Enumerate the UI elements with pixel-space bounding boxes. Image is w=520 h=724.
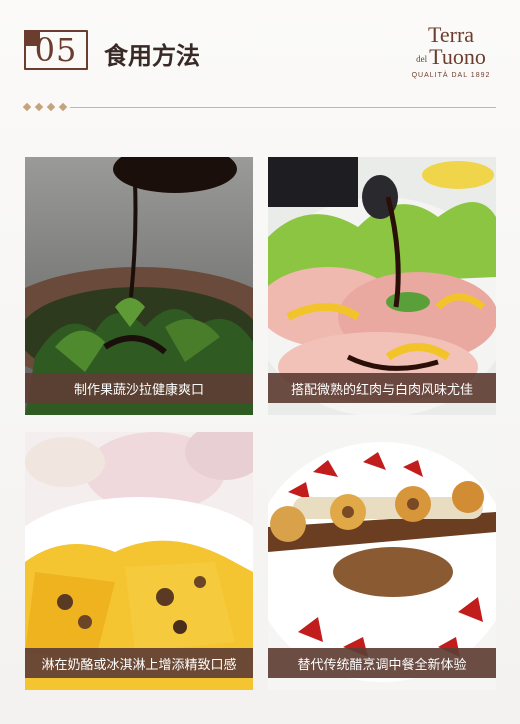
divider-diamond	[22, 102, 32, 112]
brand-tuono: Tuono	[429, 44, 486, 69]
divider-line	[70, 107, 496, 108]
usage-card-cheese: 淋在奶酪或冰淇淋上增添精致口感	[25, 432, 253, 690]
divider-diamond	[58, 102, 68, 112]
section-number: 05	[34, 31, 78, 69]
card-caption: 替代传统醋烹调中餐全新体验	[268, 648, 496, 678]
usage-card-salad: 制作果蔬沙拉健康爽口	[25, 157, 253, 415]
usage-card-chinese-cooking: 替代传统醋烹调中餐全新体验	[268, 432, 496, 690]
divider-diamond	[34, 102, 44, 112]
section-title: 食用方法	[104, 42, 200, 70]
card-caption: 制作果蔬沙拉健康爽口	[25, 373, 253, 403]
card-caption: 淋在奶酪或冰淇淋上增添精致口感	[25, 648, 253, 678]
brand-del: del	[416, 53, 428, 64]
brand-name-line2: delTuono	[404, 46, 498, 70]
usage-card-meat: 搭配微熟的红肉与白肉风味尤佳	[268, 157, 496, 415]
section-number-badge: 05	[24, 30, 88, 70]
brand-tagline: QUALITÀ DAL 1892	[411, 71, 491, 79]
brand-name-line1: Terra	[427, 22, 475, 47]
card-caption: 搭配微熟的红肉与白肉风味尤佳	[268, 373, 496, 403]
header-divider	[22, 102, 496, 112]
divider-diamond	[46, 102, 56, 112]
brand-logo: Terra delTuono QUALITÀ DAL 1892	[404, 22, 498, 79]
